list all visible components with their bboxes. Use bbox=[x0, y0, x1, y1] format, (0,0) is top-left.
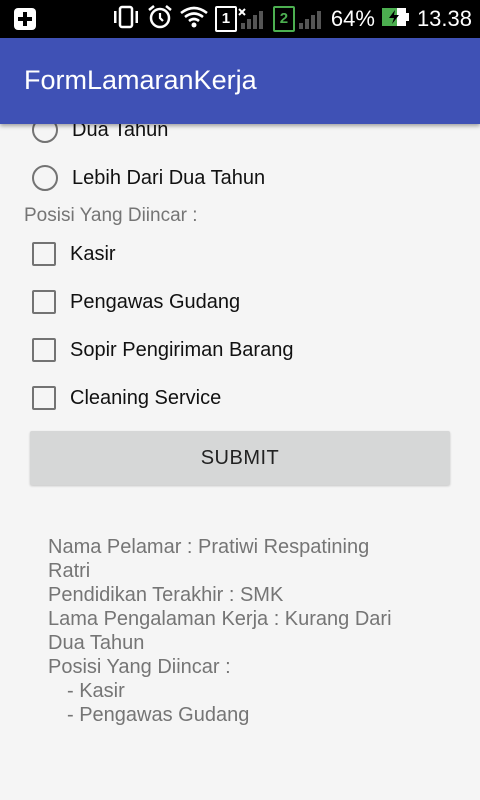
battery-percent: 64% bbox=[330, 6, 375, 31]
clock: 13.38 bbox=[416, 6, 472, 31]
result-line: Ratri bbox=[48, 560, 91, 582]
checkbox-sopir-pengiriman-barang[interactable]: Sopir Pengiriman Barang bbox=[32, 330, 293, 370]
app-title: FormLamaranKerja bbox=[24, 65, 257, 95]
status-bar: 1 2 64% 13.38 bbox=[0, 0, 480, 38]
checkbox-icon[interactable] bbox=[32, 242, 56, 266]
result-line: Pendidikan Terakhir : SMK bbox=[48, 584, 284, 606]
radio-dua-tahun[interactable]: Dua Tahun bbox=[32, 124, 168, 150]
checkbox-label: Cleaning Service bbox=[70, 386, 222, 409]
sim1-icon: 1 bbox=[214, 6, 267, 32]
result-line: Dua Tahun bbox=[48, 632, 145, 654]
sim2-icon: 2 bbox=[272, 6, 325, 32]
wifi-icon bbox=[179, 5, 209, 34]
vibrate-icon bbox=[111, 5, 141, 34]
checkbox-label: Kasir bbox=[70, 242, 116, 265]
form-content[interactable]: Dua Tahun Lebih Dari Dua Tahun Posisi Ya… bbox=[0, 124, 480, 800]
checkbox-label: Sopir Pengiriman Barang bbox=[70, 338, 294, 361]
result-line: Posisi Yang Diincar : bbox=[48, 656, 231, 678]
radio-label: Dua Tahun bbox=[72, 124, 169, 141]
radio-button-icon[interactable] bbox=[32, 165, 58, 191]
result-line: - Pengawas Gudang bbox=[67, 704, 250, 726]
result-line: Lama Pengalaman Kerja : Kurang Dari bbox=[48, 608, 392, 630]
radio-button-icon[interactable] bbox=[32, 124, 58, 143]
checkbox-pengawas-gudang[interactable]: Pengawas Gudang bbox=[32, 282, 240, 322]
result-text: Nama Pelamar : Pratiwi Respatining Ratri… bbox=[48, 535, 428, 727]
battery-charging-icon bbox=[381, 5, 411, 34]
checkbox-label: Pengawas Gudang bbox=[70, 290, 241, 313]
result-line: - Kasir bbox=[67, 680, 125, 702]
app-bar: FormLamaranKerja bbox=[0, 38, 480, 124]
signal-icon bbox=[238, 8, 263, 29]
alarm-icon bbox=[147, 4, 173, 35]
checkbox-cleaning-service[interactable]: Cleaning Service bbox=[32, 378, 221, 418]
checkbox-icon[interactable] bbox=[32, 338, 56, 362]
position-section-label: Posisi Yang Diincar : bbox=[24, 205, 198, 226]
checkbox-kasir[interactable]: Kasir bbox=[32, 234, 116, 274]
notification-icon bbox=[12, 6, 40, 37]
signal-icon-2 bbox=[298, 11, 321, 29]
checkbox-icon[interactable] bbox=[32, 386, 56, 410]
submit-button[interactable]: SUBMIT bbox=[30, 431, 450, 485]
radio-lebih-dari-dua-tahun[interactable]: Lebih Dari Dua Tahun bbox=[32, 158, 265, 198]
radio-label: Lebih Dari Dua Tahun bbox=[72, 166, 266, 189]
result-line: Nama Pelamar : Pratiwi Respatining bbox=[48, 536, 370, 558]
checkbox-icon[interactable] bbox=[32, 290, 56, 314]
